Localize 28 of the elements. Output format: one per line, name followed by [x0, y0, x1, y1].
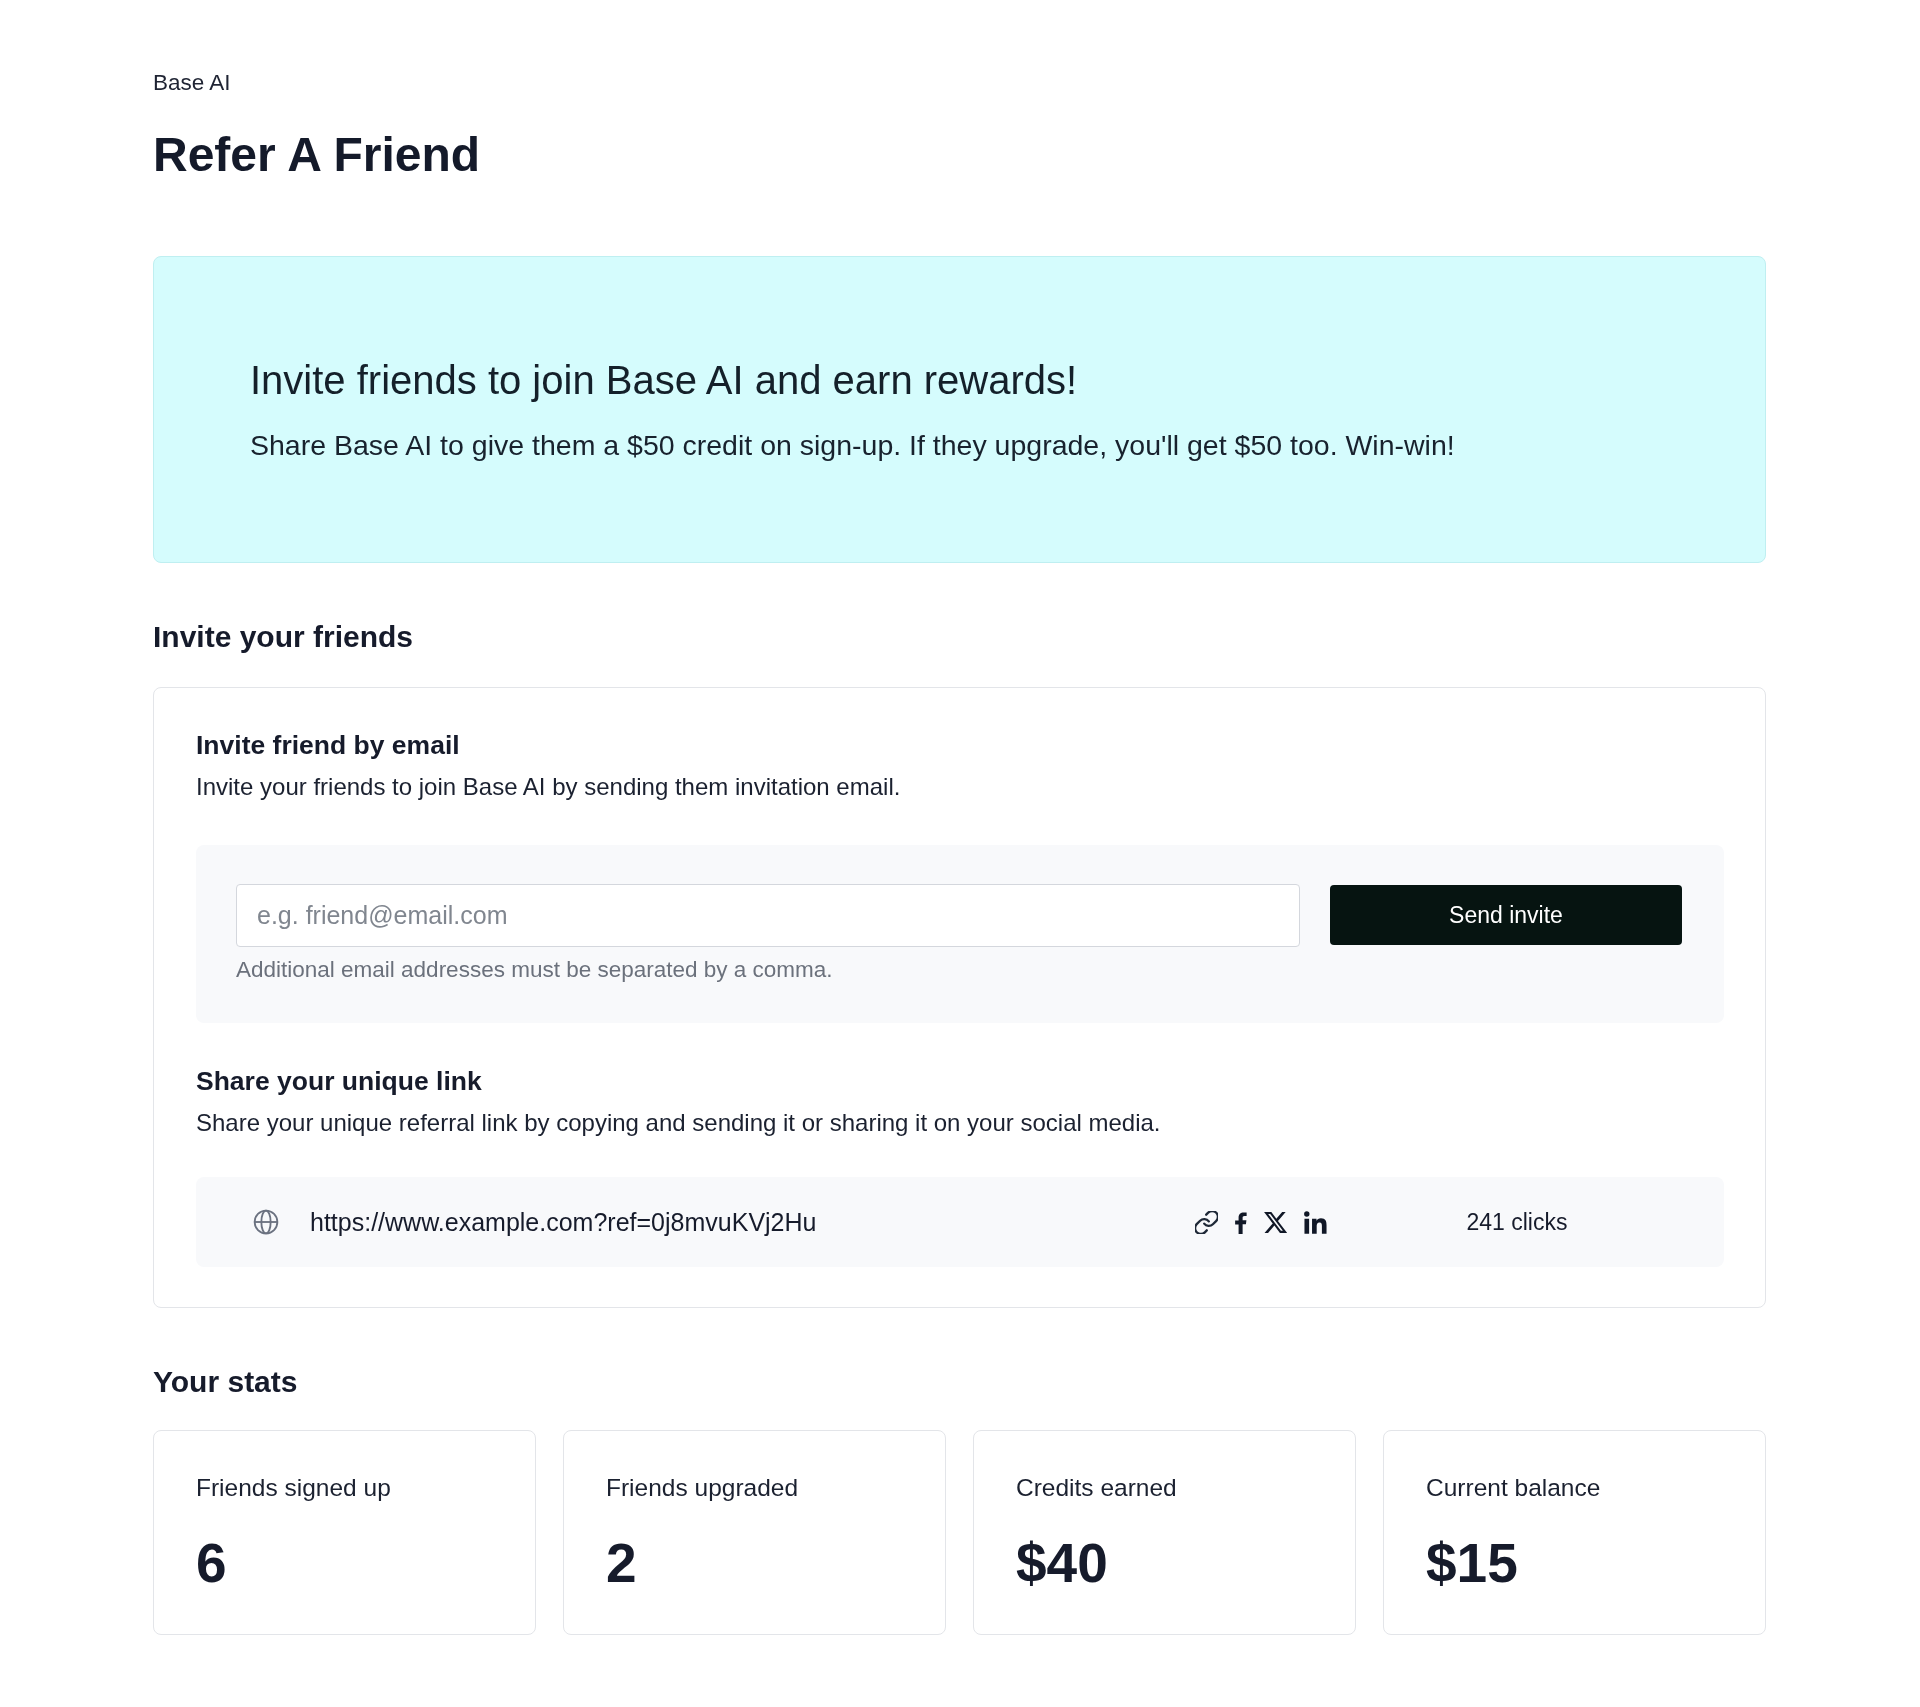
share-link-description: Share your unique referral link by copying and sending it or sharing it on your social media.	[196, 1108, 1162, 1138]
referral-url: https://www.example.com?ref=0j8mvuKVj2Hu	[310, 1207, 818, 1237]
share-link-title: Share your unique link	[196, 1066, 483, 1097]
email-field[interactable]: e.g. friend@email.com	[236, 884, 1300, 947]
stat-value: 2	[606, 1531, 638, 1596]
email-hint: Additional email addresses must be separated by a comma.	[236, 956, 834, 983]
link-icon[interactable]	[1195, 1210, 1218, 1234]
stat-value: $40	[1016, 1531, 1109, 1596]
section-heading: Invite your friends	[153, 620, 415, 654]
click-count: 241 clicks	[1466, 1208, 1568, 1237]
page-title: Refer A Friend	[153, 127, 482, 183]
stat-label: Friends upgraded	[606, 1473, 800, 1503]
stat-label: Credits earned	[1016, 1473, 1178, 1503]
breadcrumb: Base AI	[153, 70, 232, 96]
facebook-icon[interactable]	[1235, 1210, 1247, 1234]
section-heading: Your stats	[153, 1365, 299, 1399]
banner-text: Share Base AI to give them a $50 credit on sign-up. If they upgrade, you'll get $50 too. Win-win!	[250, 428, 1456, 463]
x-icon[interactable]	[1264, 1210, 1287, 1234]
email-invite-title: Invite friend by email	[196, 730, 461, 761]
banner-title: Invite friends to join Base AI and earn rewards!	[250, 357, 1079, 403]
globe-icon	[253, 1209, 279, 1235]
stat-value: $15	[1426, 1531, 1519, 1596]
linkedin-icon[interactable]	[1304, 1210, 1327, 1234]
send-invite-button[interactable]: Send invite	[1330, 885, 1682, 945]
email-invite-description: Invite your friends to join Base AI by sending them invitation email.	[196, 772, 902, 802]
stat-label: Current balance	[1426, 1473, 1602, 1503]
stat-label: Friends signed up	[196, 1473, 392, 1503]
stat-value: 6	[196, 1531, 228, 1596]
